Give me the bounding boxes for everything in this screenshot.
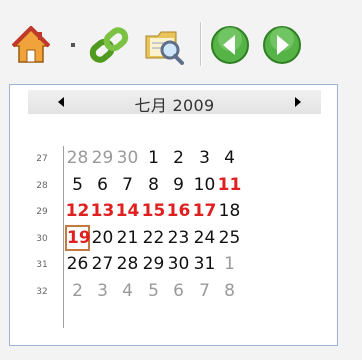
date-cell[interactable]: 5 (65, 172, 90, 198)
date-cell[interactable]: 7 (192, 278, 217, 304)
home-button[interactable] (11, 24, 51, 66)
date-cell[interactable]: 30 (115, 145, 140, 171)
week-number: 30 (36, 234, 48, 244)
date-cell[interactable]: 28 (65, 145, 90, 171)
date-cell[interactable]: 28 (115, 251, 140, 277)
search-folder-icon (145, 31, 184, 65)
date-cell[interactable]: 30 (166, 251, 191, 277)
back-button[interactable] (210, 25, 250, 65)
week-number: 31 (36, 260, 48, 270)
back-arrow-icon (211, 26, 249, 64)
date-cell[interactable]: 6 (166, 278, 191, 304)
date-cell[interactable]: 13 (90, 198, 115, 224)
date-cell[interactable]: 10 (192, 172, 217, 198)
week-number: 29 (36, 207, 48, 217)
calendar-header: 七月 2009 (28, 90, 321, 115)
date-cell[interactable]: 16 (166, 198, 191, 224)
dropdown-icon (71, 43, 75, 47)
link-icon (89, 27, 129, 63)
week-number: 32 (36, 287, 48, 297)
date-cell[interactable]: 18 (217, 198, 242, 224)
date-cell[interactable]: 1 (141, 145, 166, 171)
date-cell[interactable]: 2 (65, 278, 90, 304)
date-cell[interactable]: 22 (141, 225, 166, 251)
home-icon (11, 26, 51, 63)
home-dropdown-button[interactable] (66, 37, 80, 51)
search-button[interactable] (144, 24, 186, 66)
today-date-cell[interactable]: 19 (65, 225, 91, 251)
date-cell[interactable]: 11 (217, 172, 242, 198)
date-cell[interactable]: 8 (217, 278, 242, 304)
forward-arrow-icon (263, 26, 301, 64)
date-cell[interactable]: 5 (141, 278, 166, 304)
date-cell[interactable]: 26 (65, 251, 90, 277)
date-cell[interactable]: 20 (90, 225, 115, 251)
date-cell[interactable]: 29 (141, 251, 166, 277)
date-cell[interactable]: 14 (115, 198, 140, 224)
date-cell[interactable]: 1 (217, 251, 242, 277)
date-cell[interactable]: 3 (90, 278, 115, 304)
date-cell[interactable]: 2 (166, 145, 191, 171)
date-cell[interactable]: 6 (90, 172, 115, 198)
date-cell[interactable]: 29 (90, 145, 115, 171)
date-cell[interactable]: 8 (141, 172, 166, 198)
date-cell[interactable]: 9 (166, 172, 191, 198)
date-cell[interactable]: 4 (217, 145, 242, 171)
date-cell[interactable]: 24 (192, 225, 217, 251)
month-title: 七月 2009 (134, 96, 215, 115)
date-cell[interactable]: 23 (166, 225, 191, 251)
link-button[interactable] (88, 26, 130, 64)
toolbar-separator (200, 22, 202, 66)
date-cell[interactable]: 12 (65, 198, 90, 224)
next-month-icon[interactable] (295, 97, 301, 107)
date-cell[interactable]: 4 (115, 278, 140, 304)
date-cell[interactable]: 15 (141, 198, 166, 224)
date-cell[interactable]: 27 (90, 251, 115, 277)
week-number-divider (63, 146, 64, 328)
date-cell[interactable]: 7 (115, 172, 140, 198)
week-number: 27 (36, 154, 48, 164)
date-cell[interactable]: 17 (192, 198, 217, 224)
date-cell[interactable]: 21 (115, 225, 140, 251)
week-number: 28 (36, 181, 48, 191)
toolbar (0, 0, 362, 84)
forward-button[interactable] (262, 25, 302, 65)
calendar-panel: 七月 2009 27 28 29 30 1 2 3 4 28 5 6 7 8 9 10 11 29 12 13 14 1… (9, 84, 338, 346)
date-cell[interactable]: 3 (192, 145, 217, 171)
date-cell[interactable]: 31 (192, 251, 217, 277)
date-cell[interactable]: 25 (217, 225, 242, 251)
